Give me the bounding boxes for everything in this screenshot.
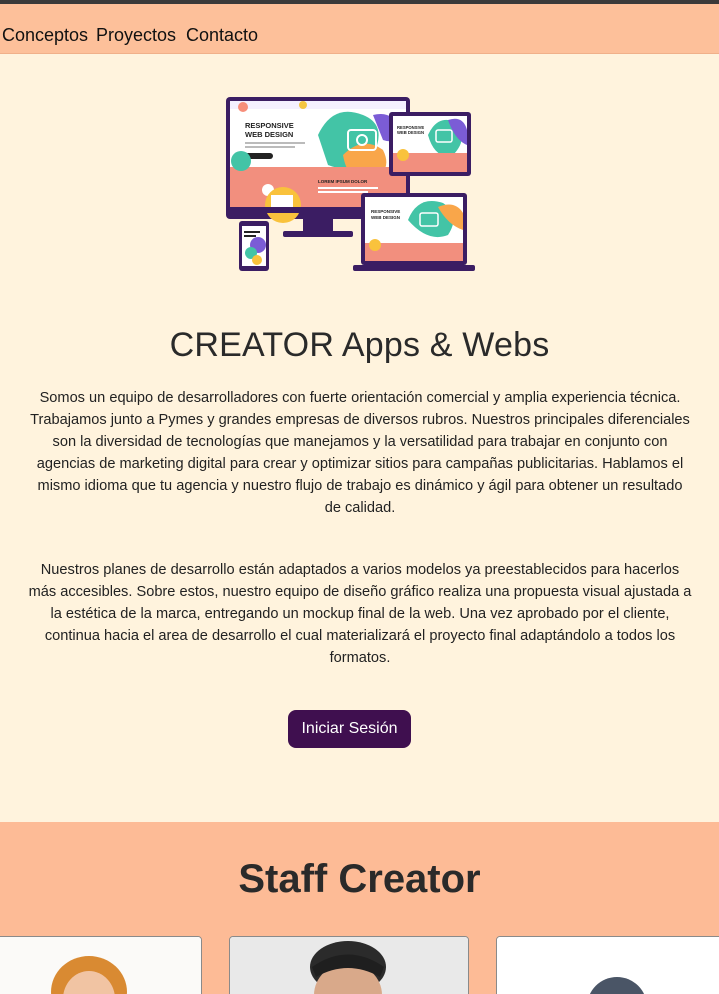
staff-title: Staff Creator bbox=[238, 857, 481, 901]
top-nav: Conceptos Proyectos Contacto bbox=[0, 4, 719, 54]
staff-section: Staff Creator bbox=[0, 822, 719, 994]
desktop-title-2: WEB DESIGN bbox=[245, 130, 293, 139]
laptop-title-2: WEB DESIGN bbox=[371, 215, 400, 220]
page-title: CREATOR Apps & Webs bbox=[169, 326, 550, 364]
staff-photo-2 bbox=[230, 937, 468, 994]
staff-photo-3 bbox=[497, 937, 719, 994]
login-button[interactable]: Iniciar Sesión bbox=[288, 710, 411, 748]
nav-link-proyectos[interactable]: Proyectos bbox=[96, 24, 176, 46]
staff-card-3[interactable] bbox=[496, 936, 719, 994]
laptop-title-1: RESPONSIVE bbox=[371, 209, 400, 214]
nav-link-contacto[interactable]: Contacto bbox=[186, 24, 258, 46]
plans-paragraph: Nuestros planes de desarrollo están adap… bbox=[28, 562, 692, 666]
lorem-label: LOREM IPSUM DOLOR bbox=[318, 179, 368, 184]
tablet-title-2: WEB DESIGN bbox=[397, 130, 424, 135]
staff-photo-1 bbox=[0, 937, 201, 994]
intro-paragraph: Somos un equipo de desarrolladores con f… bbox=[30, 390, 690, 516]
nav-link-conceptos[interactable]: Conceptos bbox=[2, 24, 88, 46]
responsive-design-illustration: RESPONSIVE WEB DESIGN LOREM IPSUM DOLOR … bbox=[226, 97, 475, 271]
staff-card-1[interactable] bbox=[0, 936, 202, 994]
staff-card-2[interactable] bbox=[229, 936, 469, 994]
desktop-title-1: RESPONSIVE bbox=[245, 121, 294, 130]
